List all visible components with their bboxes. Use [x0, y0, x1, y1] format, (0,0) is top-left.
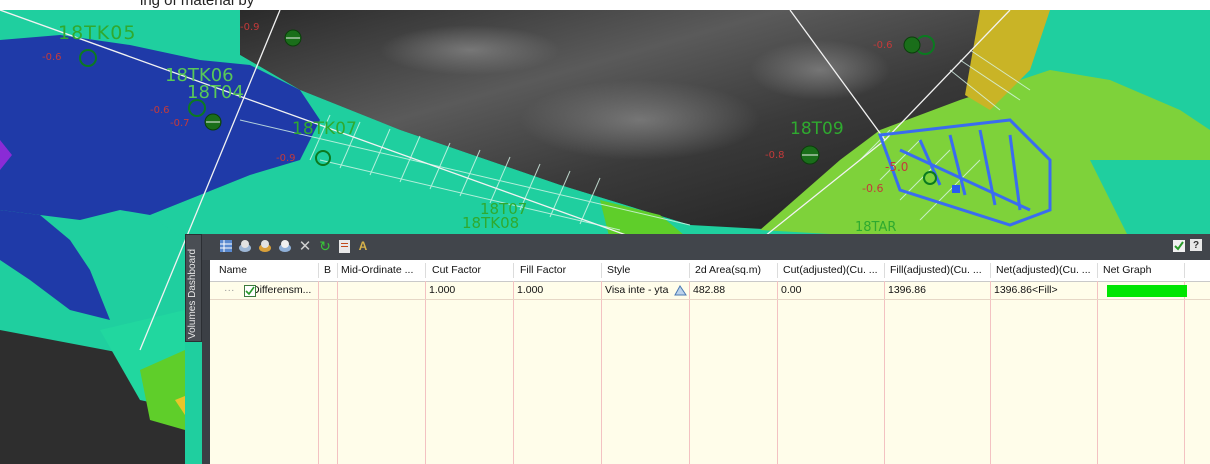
column-divider	[777, 281, 778, 464]
col-header-2d-area[interactable]: 2d Area(sq.m)	[695, 260, 780, 281]
column-divider	[1184, 281, 1185, 464]
header-separator	[425, 263, 426, 278]
column-divider	[601, 281, 602, 464]
col-header-style[interactable]: Style	[607, 260, 692, 281]
dashboard-toolbar: ✕ ↻ A ?	[202, 234, 1210, 260]
header-separator	[337, 263, 338, 278]
header-separator	[318, 263, 319, 278]
map-label: 18TK07	[292, 119, 357, 139]
map-label: -0.6	[862, 182, 884, 195]
col-header-cut-factor[interactable]: Cut Factor	[432, 260, 517, 281]
volumes-table: Name B Mid-Ordinate ... Cut Factor Fill …	[210, 260, 1210, 464]
header-separator	[601, 263, 602, 278]
row-name[interactable]: Differensm...	[252, 282, 316, 299]
map-label: 18T09	[790, 119, 844, 139]
net-graph-bar	[1107, 285, 1187, 297]
table-header: Name B Mid-Ordinate ... Cut Factor Fill …	[210, 260, 1210, 282]
table-row[interactable]: ··· Differensm... 1.000 1.000 Visa inte …	[210, 282, 1210, 300]
map-label: -0.9	[240, 22, 260, 33]
column-divider	[689, 281, 690, 464]
column-divider	[884, 281, 885, 464]
remove-icon[interactable]: ✕	[298, 238, 312, 255]
style-edit-icon[interactable]	[674, 284, 687, 296]
grid-icon[interactable]	[219, 239, 233, 253]
tree-connector: ···	[224, 284, 235, 296]
col-header-mid-ordinate[interactable]: Mid-Ordinate ...	[341, 260, 427, 281]
map-label: -0.9	[276, 153, 296, 164]
map-label: -5.0	[885, 160, 909, 174]
row-visibility-checkbox[interactable]	[244, 285, 256, 297]
col-header-b[interactable]: B	[324, 260, 336, 281]
map-label: -0.6	[150, 105, 170, 116]
map-label: 18TK05	[58, 22, 137, 44]
add-surface-icon[interactable]	[238, 239, 252, 253]
row-cut-factor[interactable]: 1.000	[429, 282, 455, 299]
row-2d-area: 482.88	[693, 284, 726, 296]
column-divider	[425, 281, 426, 464]
map-label: -0.6	[873, 40, 893, 51]
header-separator	[884, 263, 885, 278]
volumes-dashboard-panel: ✕ ↻ A ? Name B Mid-Ordinate ... Cut Fact…	[202, 234, 1210, 464]
column-divider	[318, 281, 319, 464]
header-text-fragment: ing of material by	[140, 0, 255, 9]
volumes-dashboard-tab[interactable]: Volumes Dashboard	[185, 234, 202, 342]
row-fill: 1396.86	[888, 284, 926, 296]
col-header-fill-adjusted[interactable]: Fill(adjusted)(Cu. ...	[890, 260, 990, 281]
help-label: ?	[1192, 239, 1200, 251]
map-label: 18TAR	[855, 220, 897, 235]
col-header-cut-adjusted[interactable]: Cut(adjusted)(Cu. ...	[783, 260, 883, 281]
col-header-net-graph[interactable]: Net Graph	[1103, 260, 1193, 281]
check-icon[interactable]	[1172, 239, 1186, 253]
row-fill-factor[interactable]: 1.000	[517, 282, 543, 299]
row-cut: 0.00	[781, 284, 802, 296]
header-separator	[1097, 263, 1098, 278]
report-icon[interactable]	[337, 239, 351, 253]
column-divider	[337, 281, 338, 464]
header-separator	[689, 263, 690, 278]
map-label: -0.7	[170, 118, 190, 129]
column-divider	[1097, 281, 1098, 464]
column-divider	[513, 281, 514, 464]
refresh-icon[interactable]: ↻	[318, 238, 332, 254]
col-header-name[interactable]: Name	[219, 260, 314, 281]
map-label: -0.6	[42, 52, 62, 63]
header-separator	[513, 263, 514, 278]
map-label: 18TK08	[462, 214, 520, 232]
header-separator	[1184, 263, 1185, 278]
volumes-dashboard-tab-label: Volumes Dashboard	[187, 248, 198, 339]
add-volume-icon[interactable]	[258, 239, 272, 253]
header-separator	[777, 263, 778, 278]
row-style[interactable]: Visa inte - yta	[605, 282, 668, 299]
add-boundary-icon[interactable]	[278, 239, 292, 253]
col-header-net-adjusted[interactable]: Net(adjusted)(Cu. ...	[996, 260, 1096, 281]
header-strip: ing of material by	[0, 0, 1210, 10]
col-header-fill-factor[interactable]: Fill Factor	[520, 260, 605, 281]
row-net: 1396.86<Fill>	[994, 284, 1058, 296]
header-separator	[990, 263, 991, 278]
map-label: -0.8	[765, 150, 785, 161]
map-label: 18T04	[187, 82, 244, 103]
help-icon[interactable]: ?	[1190, 239, 1202, 251]
column-divider	[990, 281, 991, 464]
label-icon[interactable]: A	[356, 239, 370, 253]
